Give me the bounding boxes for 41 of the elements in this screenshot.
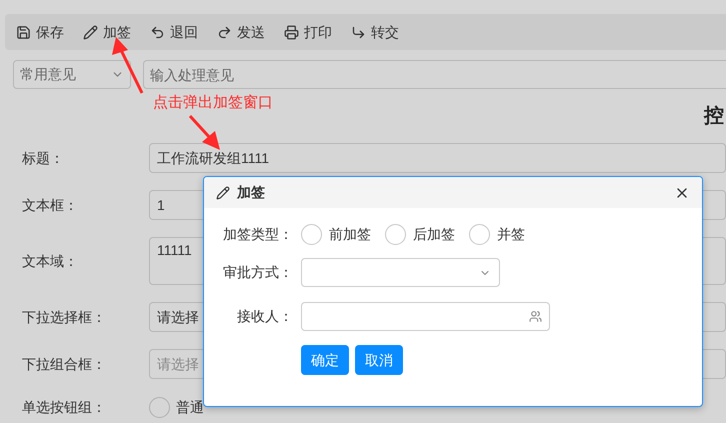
radio-button[interactable] (149, 396, 170, 418)
toolbar-button[interactable]: 保存 (16, 22, 64, 42)
radio-label: 前加签 (329, 224, 371, 244)
pencil-icon (216, 186, 230, 200)
method-dropdown[interactable] (301, 258, 500, 287)
radio-button[interactable] (385, 224, 406, 244)
field-label: 下拉选择框： (21, 308, 107, 326)
toolbar-button[interactable]: 退回 (150, 22, 198, 42)
field-label: 接收人： (236, 307, 293, 326)
radio-label: 后加签 (413, 224, 455, 244)
toolbar-button[interactable]: 打印 (284, 22, 332, 42)
users-icon (529, 310, 542, 323)
radio-label: 普通 (176, 398, 204, 416)
field-label: 审批方式： (222, 263, 293, 282)
field-label: 文本域： (21, 252, 79, 270)
annotation-arrow (112, 37, 144, 94)
back-arrow-icon (150, 24, 165, 40)
toolbar-button[interactable]: 加签 (83, 22, 131, 42)
text-field[interactable]: 工作流研发组1111 (149, 143, 726, 173)
opinion-dropdown[interactable]: 常用意见 (13, 60, 131, 89)
toolbar-button[interactable]: 发送 (217, 22, 265, 42)
pencil-icon (83, 24, 98, 40)
toolbar-button[interactable]: 转交 (351, 22, 399, 42)
receiver-field[interactable] (301, 302, 550, 331)
field-label: 下拉组合框： (21, 354, 107, 374)
save-icon (16, 24, 31, 40)
form-title: 控 (704, 104, 724, 129)
field-label: 标题： (21, 148, 65, 168)
turn-arrow-icon (351, 24, 366, 40)
printer-icon (284, 24, 299, 40)
field-label: 文本框： (21, 196, 79, 214)
radio-button[interactable] (301, 224, 322, 244)
dialog-title: 加签 (237, 183, 265, 202)
field-label: 加签类型： (222, 224, 293, 244)
radio-button[interactable] (469, 224, 490, 244)
radio-label: 并签 (497, 224, 525, 244)
annotation-text: 点击弹出加签窗口 (153, 93, 273, 113)
field-label: 单选按钮组： (21, 398, 107, 416)
forward-arrow-icon (217, 24, 232, 40)
annotation-arrow (188, 114, 220, 150)
opinion-input[interactable]: 输入处理意见 (143, 60, 726, 89)
